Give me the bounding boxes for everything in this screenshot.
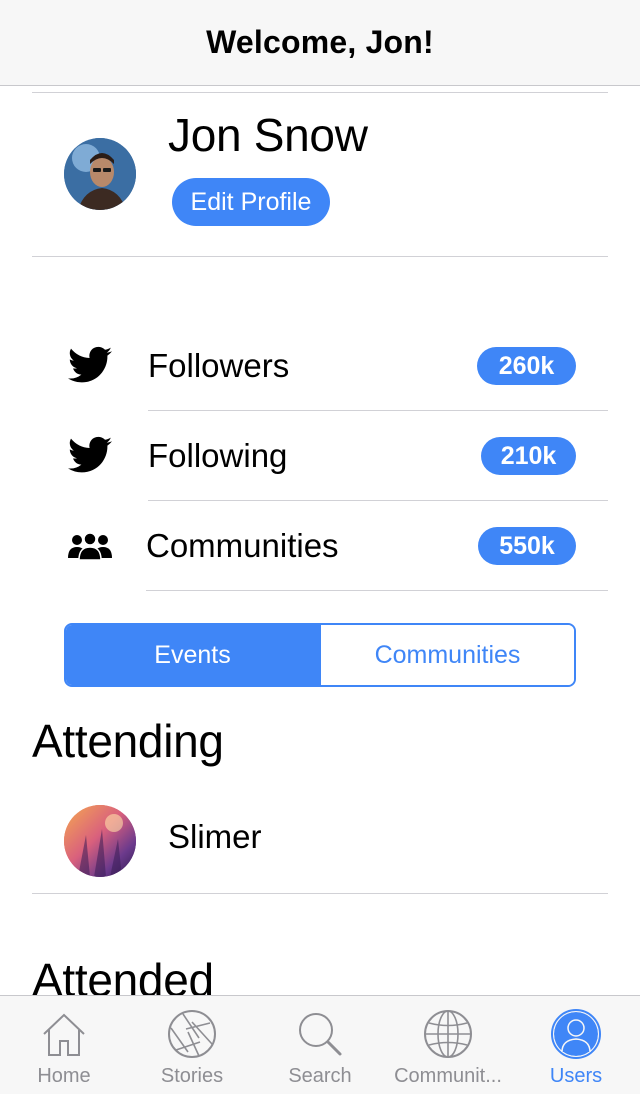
event-crowd-image — [64, 805, 136, 877]
tab-label: Users — [549, 1065, 603, 1087]
page-title: Welcome, Jon! — [206, 24, 434, 60]
divider — [32, 256, 608, 257]
tab-home[interactable]: Home — [0, 996, 128, 1094]
stat-label: Communities — [146, 527, 339, 564]
tab-bar: Home Stories Search Communit... Users — [0, 995, 640, 1094]
stat-row-followers[interactable]: Followers 260k — [0, 321, 640, 411]
profile-name: Jon Snow — [168, 109, 368, 161]
event-name[interactable]: Slimer — [168, 818, 262, 856]
stat-row-communities[interactable]: Communities 550k — [0, 501, 640, 591]
user-icon — [551, 1009, 601, 1059]
avatar-portrait-image — [64, 138, 136, 210]
divider — [146, 590, 608, 591]
twitter-bird-icon — [68, 436, 112, 473]
navigation-bar: Welcome, Jon! — [0, 0, 640, 86]
search-icon — [299, 1013, 342, 1056]
divider — [32, 92, 608, 93]
profile-screen: Welcome, Jon! Jon Snow Edit Profile Foll… — [0, 0, 640, 1094]
edit-profile-button[interactable]: Edit Profile — [172, 178, 330, 226]
tab-users[interactable]: Users — [512, 996, 640, 1094]
events-communities-segmented-control: Events Communities — [64, 623, 576, 687]
tab-label: Search — [288, 1065, 352, 1087]
section-heading-attending: Attending — [32, 715, 224, 767]
group-people-icon — [68, 532, 112, 561]
segment-events[interactable]: Events — [66, 625, 319, 685]
avatar[interactable] — [64, 138, 136, 210]
stat-count-badge: 260k — [477, 347, 576, 385]
segment-communities[interactable]: Communities — [319, 625, 574, 685]
aperture-icon — [168, 1010, 216, 1058]
event-thumbnail[interactable] — [64, 805, 136, 877]
tab-label: Home — [37, 1065, 91, 1087]
twitter-bird-icon — [68, 346, 112, 383]
stat-label: Followers — [148, 347, 290, 384]
stat-count-badge: 550k — [478, 527, 576, 565]
stat-label: Following — [148, 437, 288, 474]
tab-communities[interactable]: Communit... — [384, 996, 512, 1094]
divider — [32, 893, 608, 894]
stat-count-badge: 210k — [481, 437, 576, 475]
globe-icon — [424, 1010, 472, 1058]
tab-label: Communit... — [394, 1065, 502, 1087]
tab-stories[interactable]: Stories — [128, 996, 256, 1094]
tab-search[interactable]: Search — [256, 996, 384, 1094]
stat-row-following[interactable]: Following 210k — [0, 411, 640, 501]
home-icon — [43, 1013, 85, 1056]
tab-label: Stories — [160, 1065, 224, 1087]
